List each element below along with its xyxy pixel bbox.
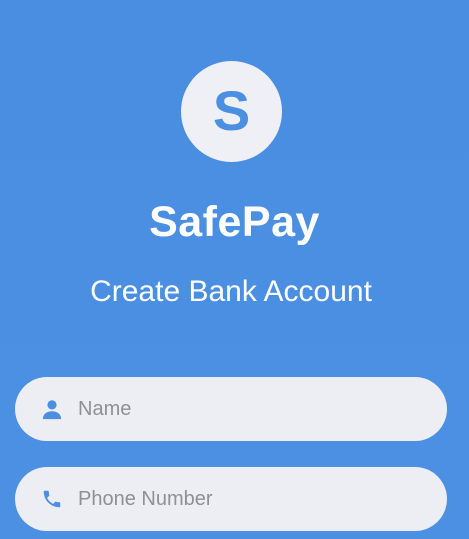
signup-screen: S SafePay Create Bank Account — [0, 0, 469, 539]
name-field[interactable] — [15, 377, 447, 441]
name-input[interactable] — [78, 397, 418, 421]
person-icon — [40, 397, 64, 421]
phone-field[interactable] — [15, 467, 447, 531]
logo-letter: S — [212, 78, 251, 142]
phone-icon — [40, 487, 64, 511]
app-logo: S — [181, 61, 282, 162]
phone-input[interactable] — [78, 487, 418, 511]
app-title: SafePay — [149, 198, 320, 246]
page-subtitle: Create Bank Account — [90, 275, 372, 308]
